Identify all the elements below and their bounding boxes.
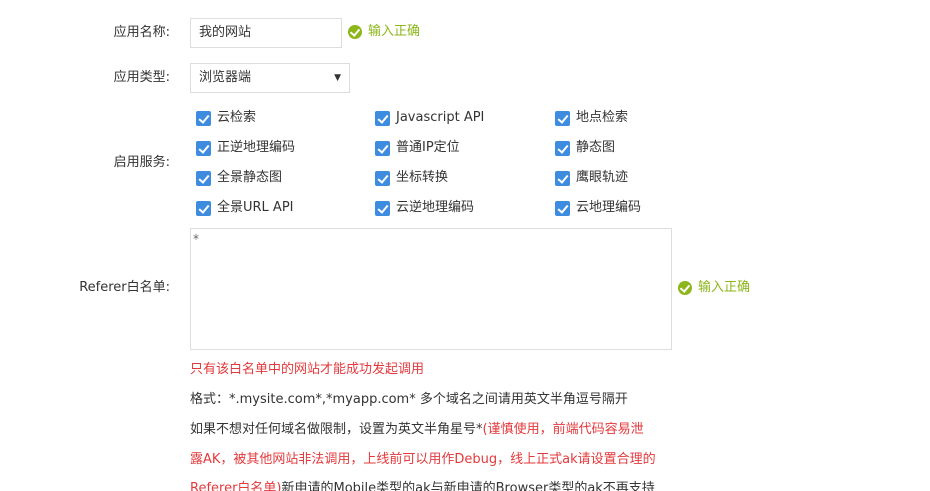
service-checkbox[interactable]: 云地理编码 — [555, 200, 641, 216]
checkbox-checked-icon — [196, 170, 211, 186]
referer-warning: 只有该白名单中的网站才能成功发起调用 — [190, 362, 425, 377]
app-type-label: 应用类型: — [113, 70, 170, 85]
referer-hint-line3: Referer白名单)新申请的Mobile类型的ak与新申请的Browser类型… — [190, 481, 655, 491]
service-label: 坐标转换 — [396, 170, 449, 185]
referer-hint-line1-normal: 如果不想对任何域名做限制，设置为英文半角星号* — [190, 422, 483, 437]
service-label: 地点检索 — [576, 110, 629, 125]
referer-hint-line1: 如果不想对任何域名做限制，设置为英文半角星号*(谨慎使用，前端代码容易泄 — [190, 422, 644, 438]
service-checkbox[interactable]: 云逆地理编码 — [375, 200, 474, 216]
app-name-validation-text: 输入正确 — [368, 24, 421, 39]
service-label: 云地理编码 — [576, 200, 642, 215]
referer-hint-line2: 露AK，被其他网站非法调用，上线前可以用作Debug，线上正式ak请设置合理的 — [190, 452, 656, 467]
service-checkbox[interactable]: 地点检索 — [555, 110, 628, 126]
app-name-validation: 输入正确 — [348, 24, 420, 40]
service-checkbox[interactable]: 全景URL API — [196, 200, 294, 216]
referer-hint-line1-red: (谨慎使用，前端代码容易泄 — [482, 422, 644, 437]
service-label: 云检索 — [217, 110, 257, 125]
service-label: 鹰眼轨迹 — [576, 170, 629, 185]
app-type-select[interactable]: 浏览器端 ▼ — [190, 63, 350, 93]
checkbox-checked-icon — [375, 200, 390, 216]
app-name-label: 应用名称: — [113, 25, 170, 40]
service-checkbox[interactable]: 普通IP定位 — [375, 140, 460, 156]
referer-label: Referer白名单: — [79, 280, 170, 295]
app-type-selected-value: 浏览器端 — [199, 70, 252, 85]
check-circle-icon — [678, 281, 692, 295]
referer-textarea[interactable]: * — [190, 228, 672, 350]
service-label: 全景静态图 — [217, 170, 283, 185]
service-label: 正逆地理编码 — [217, 140, 296, 155]
check-circle-icon — [348, 25, 362, 39]
service-checkbox[interactable]: 全景静态图 — [196, 170, 282, 186]
checkbox-checked-icon — [555, 170, 570, 186]
checkbox-checked-icon — [555, 200, 570, 216]
service-checkbox[interactable]: Javascript API — [375, 110, 484, 126]
service-checkbox[interactable]: 云检索 — [196, 110, 256, 126]
checkbox-checked-icon — [555, 140, 570, 156]
service-checkbox[interactable]: 静态图 — [555, 140, 615, 156]
referer-format: 格式：*.mysite.com*,*myapp.com* 多个域名之间请用英文半… — [190, 392, 628, 407]
checkbox-checked-icon — [196, 200, 211, 216]
checkbox-checked-icon — [196, 140, 211, 156]
service-label: 全景URL API — [217, 200, 294, 215]
checkbox-checked-icon — [555, 110, 570, 126]
checkbox-checked-icon — [375, 170, 390, 186]
service-checkbox[interactable]: 鹰眼轨迹 — [555, 170, 628, 186]
referer-validation: 输入正确 — [678, 280, 750, 296]
service-label: 普通IP定位 — [396, 140, 460, 155]
service-checkbox[interactable]: 正逆地理编码 — [196, 140, 295, 156]
caret-down-icon: ▼ — [334, 73, 341, 83]
service-label: 静态图 — [576, 140, 616, 155]
service-label: 云逆地理编码 — [396, 200, 475, 215]
service-label: Javascript API — [396, 110, 485, 125]
referer-hint-line3-normal: 新申请的Mobile类型的ak与新申请的Browser类型的ak不再支持 — [281, 481, 655, 491]
app-name-input[interactable]: 我的网站 — [190, 18, 342, 48]
checkbox-checked-icon — [375, 110, 390, 126]
referer-hint-line3-red: Referer白名单) — [190, 481, 282, 491]
services-label: 启用服务: — [113, 155, 170, 170]
referer-validation-text: 输入正确 — [698, 280, 751, 295]
service-checkbox[interactable]: 坐标转换 — [375, 170, 448, 186]
checkbox-checked-icon — [375, 140, 390, 156]
checkbox-checked-icon — [196, 110, 211, 126]
